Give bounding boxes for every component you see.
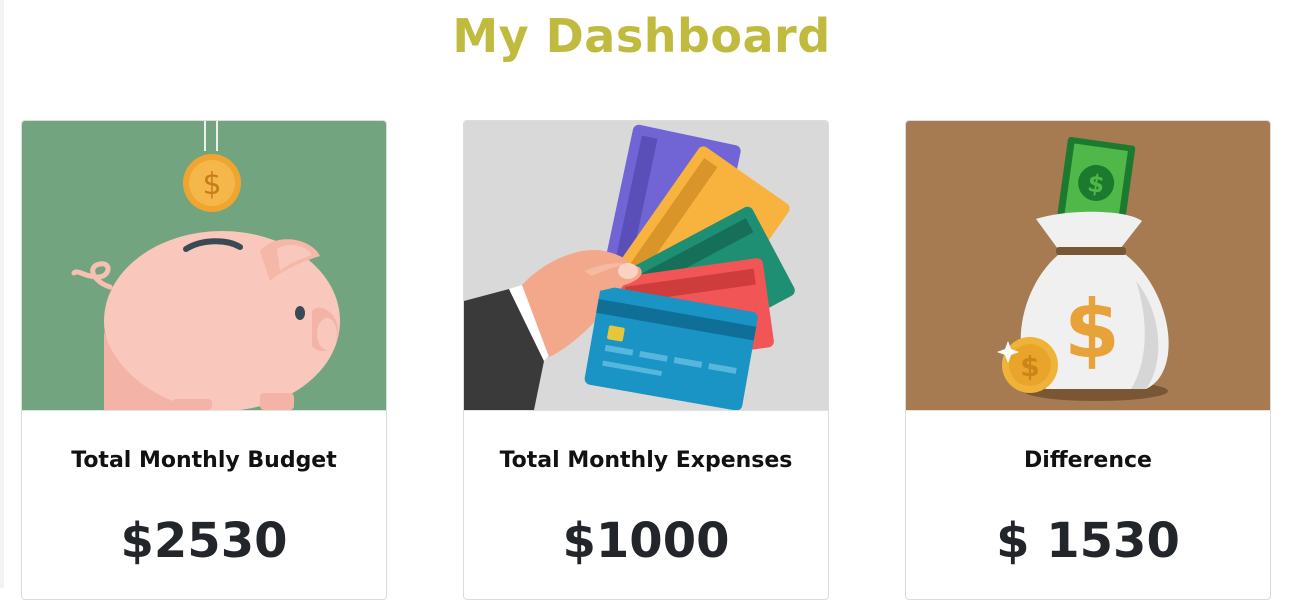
card-label: Total Monthly Budget [71,448,337,473]
card-label: Total Monthly Expenses [499,448,793,473]
card-total-monthly-budget: $ Total Monthly Budget $2530 [21,120,387,600]
page-title: My Dashboard [452,9,831,63]
svg-text:$: $ [202,167,221,202]
svg-text:$: $ [1064,283,1120,376]
card-value: $ 1530 [996,513,1180,569]
card-label: Difference [1024,448,1152,473]
card-value: $1000 [562,513,730,569]
card-total-monthly-expenses: Total Monthly Expenses $1000 [463,120,829,600]
card-difference: $ $ $ Difference $ 1530 [905,120,1271,600]
page-edge [0,0,4,588]
svg-text:$: $ [1020,350,1039,383]
credit-cards-icon [464,121,828,411]
card-value: $2530 [120,513,288,569]
piggy-bank-icon: $ [22,121,386,411]
money-bag-icon: $ $ $ [906,121,1270,411]
